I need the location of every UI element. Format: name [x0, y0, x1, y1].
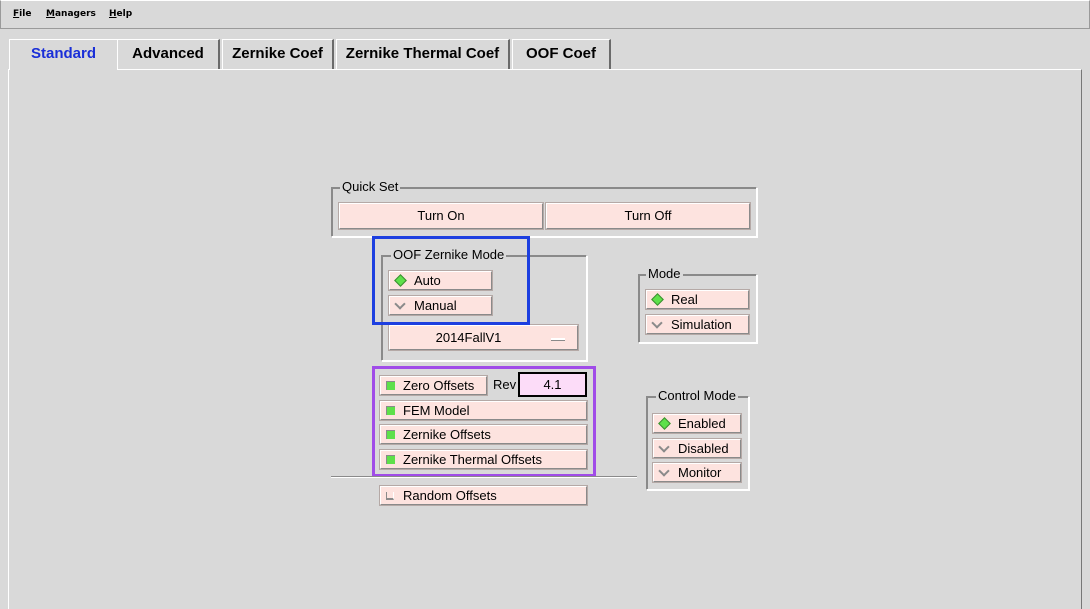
offsets-highlight-box [372, 366, 596, 477]
mode-real-radio[interactable]: Real [645, 289, 750, 310]
separator-line [331, 476, 637, 478]
random-offsets-checkbox[interactable]: Random Offsets [379, 485, 588, 506]
control-disabled-radio[interactable]: Disabled [652, 438, 742, 459]
tab-zernike-thermal-coef[interactable]: Zernike Thermal Coef [336, 39, 510, 69]
mode-real-label: Real [671, 292, 698, 307]
oof-model-select-value: 2014FallV1 [435, 330, 502, 345]
tab-oof-coef[interactable]: OOF Coef [512, 39, 611, 69]
menu-help[interactable]: Help [109, 9, 132, 19]
random-offsets-label: Random Offsets [403, 488, 497, 503]
quick-set-title: Quick Set [340, 179, 401, 195]
menu-managers[interactable]: Managers [46, 9, 96, 19]
oof-mode-highlight-box [372, 236, 530, 325]
menu-file[interactable]: File [13, 9, 31, 19]
mode-title: Mode [646, 266, 683, 282]
tab-standard[interactable]: Standard [9, 39, 117, 70]
tab-advanced[interactable]: Advanced [117, 39, 220, 69]
control-disabled-label: Disabled [678, 441, 729, 456]
oof-model-select[interactable]: 2014FallV1 [388, 324, 579, 351]
control-monitor-radio[interactable]: Monitor [652, 462, 742, 483]
radio-selected-icon [651, 293, 664, 306]
option-menu-indicator-icon [551, 338, 565, 341]
mode-simulation-radio[interactable]: Simulation [645, 314, 750, 335]
radio-unselected-icon [651, 317, 663, 329]
radio-unselected-icon [658, 441, 670, 453]
turn-off-button[interactable]: Turn Off [545, 202, 751, 230]
tab-zernike-coef[interactable]: Zernike Coef [222, 39, 334, 69]
turn-on-button[interactable]: Turn On [338, 202, 544, 230]
mode-simulation-label: Simulation [671, 317, 732, 332]
menu-bar: File Managers Help [0, 0, 1090, 29]
radio-selected-icon [658, 417, 671, 430]
control-monitor-label: Monitor [678, 465, 722, 480]
checkbox-unchecked-icon [386, 492, 394, 500]
control-enabled-label: Enabled [678, 416, 726, 431]
radio-unselected-icon [658, 465, 670, 477]
control-enabled-radio[interactable]: Enabled [652, 413, 742, 434]
control-mode-title: Control Mode [656, 388, 739, 404]
